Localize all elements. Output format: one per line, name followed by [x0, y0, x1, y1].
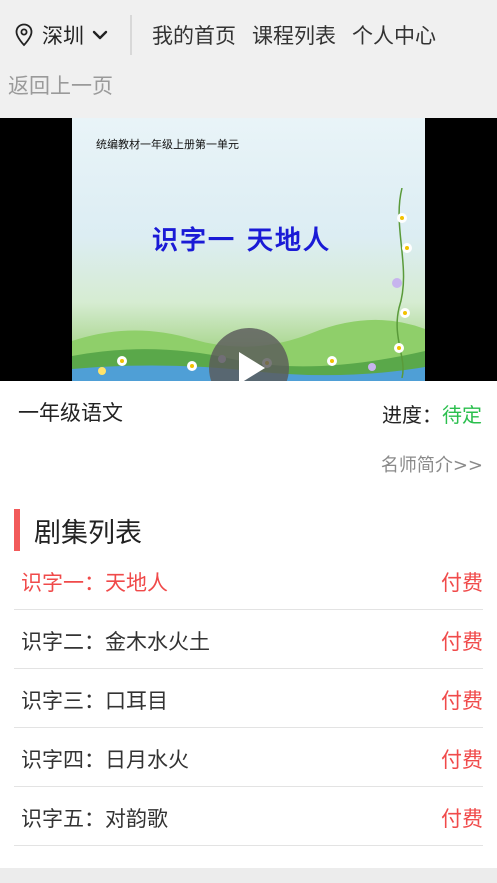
course-title: 一年级语文 [18, 401, 123, 425]
episode-price: 付费 [441, 748, 483, 772]
flower-vine-decoration [392, 188, 412, 378]
video-player[interactable]: 统编教材一年级上册第一单元 识字一 天地人 [0, 118, 497, 381]
episode-title: 识字二：金木水火土 [21, 630, 210, 654]
section-title: 剧集列表 [34, 517, 142, 549]
progress-label: 进度： [382, 403, 442, 427]
course-info-panel: 一年级语文 进度：待定 名师简介>> 剧集列表 识字一：天地人 付费 识字二：金… [0, 381, 497, 868]
episode-title: 识字一：天地人 [21, 571, 168, 595]
main-nav: 我的首页 课程列表 个人中心 [152, 20, 436, 50]
teacher-intro-link[interactable]: 名师简介>> [381, 451, 483, 477]
episode-price: 付费 [441, 807, 483, 831]
episode-title: 识字五：对韵歌 [21, 807, 168, 831]
bottom-strip [0, 868, 497, 883]
episode-item[interactable]: 识字一：天地人 付费 [14, 551, 483, 610]
city-selector[interactable]: 深圳 [0, 15, 132, 55]
progress-value: 待定 [442, 403, 482, 427]
episode-price: 付费 [441, 571, 483, 595]
episode-price: 付费 [441, 630, 483, 654]
episode-title: 识字四：日月水火 [21, 748, 189, 772]
nav-personal-center[interactable]: 个人中心 [352, 20, 436, 50]
nav-home[interactable]: 我的首页 [152, 20, 236, 50]
top-bar: 深圳 我的首页 课程列表 个人中心 [0, 0, 497, 70]
slide-subtitle: 统编教材一年级上册第一单元 [96, 138, 239, 151]
episode-item[interactable]: 识字三：口耳目 付费 [14, 669, 483, 728]
episode-item[interactable]: 识字五：对韵歌 付费 [14, 787, 483, 846]
play-icon [239, 352, 265, 381]
episode-item[interactable]: 识字四：日月水火 付费 [14, 728, 483, 787]
location-pin-icon [15, 23, 33, 47]
episode-title: 识字三：口耳目 [21, 689, 168, 713]
chevron-down-icon [92, 30, 108, 40]
episode-price: 付费 [441, 689, 483, 713]
episode-item[interactable]: 识字二：金木水火土 付费 [14, 610, 483, 669]
episode-section-header: 剧集列表 [14, 509, 142, 551]
section-accent-bar [14, 509, 20, 551]
slide-title: 识字一 天地人 [152, 226, 332, 256]
episode-list: 识字一：天地人 付费 识字二：金木水火土 付费 识字三：口耳目 付费 识字四：日… [0, 551, 497, 846]
nav-course-list[interactable]: 课程列表 [252, 20, 336, 50]
back-link[interactable]: 返回上一页 [8, 70, 113, 100]
progress-status: 进度：待定 [382, 399, 482, 428]
city-name: 深圳 [42, 24, 84, 48]
